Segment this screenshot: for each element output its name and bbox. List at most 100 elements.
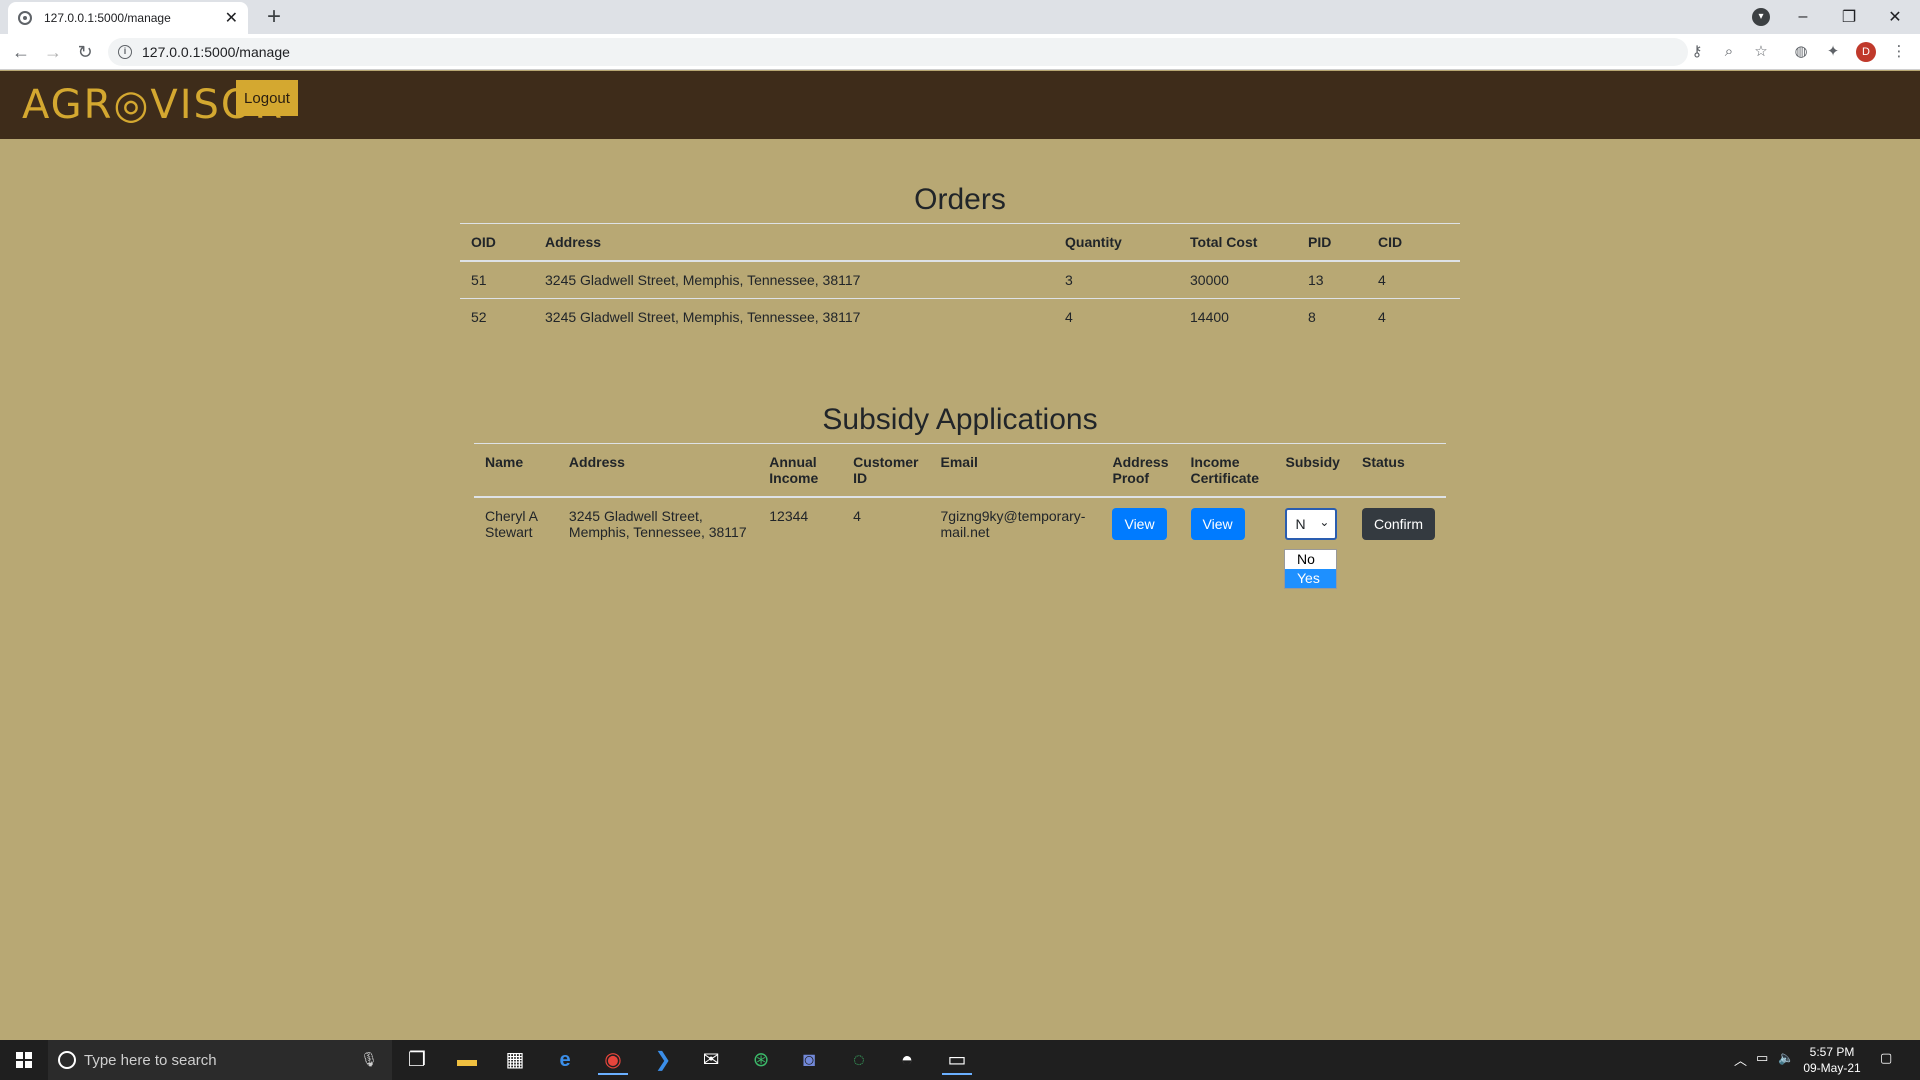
task-view-icon[interactable]: ❐ <box>402 1045 432 1075</box>
col-pid: PID <box>1308 234 1332 250</box>
col-annual-income: Annual Income <box>769 454 819 486</box>
bookmark-star-icon[interactable]: ☆ <box>1752 43 1770 61</box>
cell-name: Cheryl A Stewart <box>485 508 538 540</box>
terminal-icon[interactable]: ▭ <box>942 1045 972 1075</box>
cell-address: 3245 Gladwell Street, Memphis, Tennessee… <box>545 272 861 288</box>
file-explorer-icon[interactable]: ▬ <box>452 1045 482 1075</box>
zoom-icon[interactable]: ⌕ <box>1720 43 1738 61</box>
subsidy-header-row: Name Address Annual Income Customer ID E… <box>474 443 1446 497</box>
back-icon[interactable]: ← <box>10 41 32 63</box>
view-address-proof-button[interactable]: View <box>1112 508 1167 540</box>
cell-oid: 51 <box>471 272 487 288</box>
start-button[interactable] <box>0 1040 48 1080</box>
cell-cid: 4 <box>1378 309 1386 325</box>
cell-oid: 52 <box>471 309 487 325</box>
browser-tab-bar: 127.0.0.1:5000/manage ✕ + ▾ – ❐ ✕ <box>0 0 1920 34</box>
subsidy-select-value: N <box>1295 516 1306 532</box>
close-window-icon[interactable]: ✕ <box>1872 7 1918 27</box>
table-row: 52 3245 Gladwell Street, Memphis, Tennes… <box>460 299 1460 336</box>
view-income-certificate-button[interactable]: View <box>1190 508 1245 540</box>
clock-date: 09-May-21 <box>1803 1061 1861 1075</box>
url-text: 127.0.0.1:5000/manage <box>142 44 290 60</box>
calculator-icon[interactable]: ▦ <box>500 1045 530 1075</box>
taskbar-search-box[interactable]: Type here to search 🎙 <box>48 1040 392 1080</box>
discord-icon[interactable]: ◙ <box>794 1045 824 1075</box>
dropdown-option-yes[interactable]: Yes <box>1285 569 1336 588</box>
notifications-icon[interactable]: ▢ <box>1880 1050 1892 1066</box>
chrome-icon[interactable]: ◉ <box>598 1045 628 1075</box>
key-icon[interactable]: ⚷ <box>1688 43 1706 61</box>
forward-icon[interactable]: → <box>42 41 64 63</box>
vscode-icon[interactable]: ❯ <box>648 1045 678 1075</box>
cortana-icon <box>58 1051 76 1069</box>
col-email: Email <box>940 454 978 470</box>
col-name: Name <box>485 454 524 470</box>
cell-cid: 4 <box>1378 272 1386 288</box>
minimize-icon[interactable]: – <box>1780 8 1826 26</box>
col-status: Status <box>1361 454 1405 470</box>
cell-pid: 13 <box>1308 272 1324 288</box>
edge-icon[interactable]: e <box>550 1045 580 1075</box>
col-income-certificate: Income Certificate <box>1190 454 1259 486</box>
microphone-icon[interactable]: 🎙 <box>360 1051 378 1068</box>
search-placeholder: Type here to search <box>84 1051 217 1069</box>
col-subsidy: Subsidy <box>1285 454 1340 470</box>
subsidy-table: Name Address Annual Income Customer ID E… <box>474 443 1446 550</box>
col-quantity: Quantity <box>1065 234 1122 250</box>
dropdown-option-no[interactable]: No <box>1285 550 1336 569</box>
browser-menu-icon[interactable]: ⋮ <box>1890 43 1908 61</box>
tray-overflow-icon[interactable]: ︿ <box>1734 1050 1747 1069</box>
cell-address: 3245 Gladwell Street, Memphis, Tennessee… <box>568 508 747 540</box>
browser-tab[interactable]: 127.0.0.1:5000/manage ✕ <box>8 2 248 34</box>
logout-button[interactable]: Logout <box>236 80 298 116</box>
cell-email: 7gizng9ky@temporary-mail.net <box>940 508 1086 540</box>
col-address: Address <box>545 234 602 250</box>
address-bar[interactable]: i 127.0.0.1:5000/manage <box>108 38 1688 66</box>
orders-title: Orders <box>914 183 1006 216</box>
subsidy-dropdown-list: No Yes <box>1284 549 1337 589</box>
globe-icon <box>18 11 32 25</box>
window-controls: – ❐ ✕ <box>1780 0 1918 34</box>
profile-avatar[interactable]: D <box>1856 42 1876 62</box>
close-tab-icon[interactable]: ✕ <box>225 8 238 28</box>
col-oid: OID <box>471 234 496 250</box>
table-row: Cheryl A Stewart 3245 Gladwell Street, M… <box>474 497 1446 550</box>
tab-title: 127.0.0.1:5000/manage <box>44 11 171 25</box>
subsidy-select[interactable]: N ⌄ <box>1285 508 1338 540</box>
subsidy-title: Subsidy Applications <box>822 403 1098 436</box>
col-total-cost: Total Cost <box>1190 234 1258 250</box>
cell-quantity: 4 <box>1065 309 1073 325</box>
cell-total-cost: 14400 <box>1190 309 1229 325</box>
orders-header-row: OID Address Quantity Total Cost PID CID <box>460 223 1460 261</box>
table-row: 51 3245 Gladwell Street, Memphis, Tennes… <box>460 261 1460 299</box>
browser-toolbar: ← → ↻ i 127.0.0.1:5000/manage ⚷ ⌕ ☆ ◍ ✦ … <box>0 34 1920 70</box>
orders-table: OID Address Quantity Total Cost PID CID … <box>460 223 1460 335</box>
tab-search-icon[interactable]: ▾ <box>1752 8 1770 26</box>
app-green-icon[interactable]: ⊛ <box>746 1045 776 1075</box>
col-customer-id: Customer ID <box>853 454 919 486</box>
site-info-icon[interactable]: i <box>118 45 132 59</box>
reload-icon[interactable]: ↻ <box>74 41 96 63</box>
app-elephant-icon[interactable]: ◓ <box>892 1045 922 1075</box>
volume-icon[interactable]: 🔈 <box>1778 1050 1794 1066</box>
cell-quantity: 3 <box>1065 272 1073 288</box>
mail-icon[interactable]: ✉ <box>696 1045 726 1075</box>
windows-taskbar: Type here to search 🎙 ❐ ▬ ▦ e ◉ ❯ ✉ ⊛ ◙ … <box>0 1040 1920 1080</box>
extension-globe-icon[interactable]: ◍ <box>1792 43 1810 61</box>
col-address-proof: Address Proof <box>1112 454 1169 486</box>
network-icon[interactable]: ▭ <box>1756 1050 1768 1066</box>
clock-time: 5:57 PM <box>1809 1045 1855 1059</box>
windows-logo-icon <box>16 1052 32 1068</box>
confirm-button[interactable]: Confirm <box>1361 508 1435 540</box>
cell-address: 3245 Gladwell Street, Memphis, Tennessee… <box>545 309 861 325</box>
new-tab-button[interactable]: + <box>260 4 288 32</box>
restore-icon[interactable]: ❐ <box>1826 7 1872 27</box>
cell-pid: 8 <box>1308 309 1316 325</box>
col-address: Address <box>568 454 625 470</box>
cell-total-cost: 30000 <box>1190 272 1229 288</box>
app-loading-icon[interactable]: ◌ <box>844 1045 874 1075</box>
system-clock[interactable]: 5:57 PM 09-May-21 <box>1800 1044 1864 1076</box>
cell-annual-income: 12344 <box>769 508 809 524</box>
extensions-puzzle-icon[interactable]: ✦ <box>1824 43 1842 61</box>
cell-customer-id: 4 <box>853 508 861 524</box>
